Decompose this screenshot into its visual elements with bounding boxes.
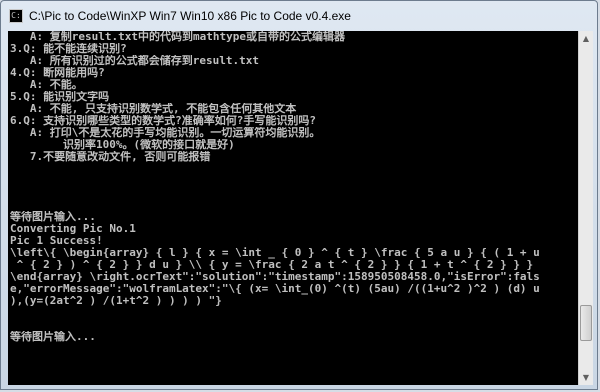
scroll-down-arrow-icon[interactable]: ▼	[579, 370, 593, 385]
console-line: A: 所有识别过的公式都会储存到result.txt	[10, 55, 259, 67]
console-line: 7.不要随意改动文件, 否则可能报错	[10, 151, 211, 163]
scrollbar-thumb[interactable]	[580, 305, 592, 342]
console-line: \end{array} \right.ocrText":"solution":"…	[10, 271, 540, 283]
scroll-up-arrow-icon[interactable]: ▲	[579, 31, 593, 46]
console-line: 5.Q: 能识别文字吗	[10, 91, 110, 103]
console-line: A: 不能。	[10, 79, 83, 91]
console-output[interactable]: A: 复制result.txt中的代码到mathtype或自带的公式编辑器 3.Q…	[8, 31, 578, 385]
console-line: Converting Pic No.1	[10, 223, 136, 235]
vertical-scrollbar[interactable]: ▲ ▼	[578, 31, 593, 385]
window-title: C:\Pic to Code\WinXP Win7 Win10 x86 Pic …	[29, 9, 351, 23]
console-line: e,"errorMessage":"wolframLatex":"\{ (x= …	[10, 283, 540, 295]
console-line: 4.Q: 断网能用吗?	[10, 67, 105, 79]
console-line: A: 不能, 只支持识别数学式, 不能包含任何其他文本	[10, 103, 297, 115]
console-text: A: 复制result.txt中的代码到mathtype或自带的公式编辑器 3.Q…	[10, 31, 578, 343]
console-line: 6.Q: 支持识别哪些类型的数学式?准确率如何?手写能识别吗?	[10, 115, 316, 127]
console-line: A: 复制result.txt中的代码到mathtype或自带的公式编辑器	[10, 31, 345, 43]
title-bar[interactable]: C: C:\Pic to Code\WinXP Win7 Win10 x86 P…	[1, 1, 597, 31]
console-line: 等待图片输入...	[10, 211, 96, 223]
console-line: \left\{ \begin{array} { l } { x = \int _…	[10, 247, 540, 259]
console-line: 等待图片输入...	[10, 331, 96, 343]
console-line: A: 打印\不是太花的手写均能识别。一切运算符均能识别。	[10, 127, 321, 139]
console-app-icon[interactable]: C:	[9, 9, 23, 23]
console-line: Pic 1 Success!	[10, 235, 103, 247]
console-line: 3.Q: 能不能连续识别?	[10, 43, 127, 55]
console-window: C: C:\Pic to Code\WinXP Win7 Win10 x86 P…	[0, 0, 598, 390]
console-line: ^ { 2 } ) ^ { 2 } } d u } \\ { y = \frac…	[10, 259, 534, 271]
console-line: ),(y=(2at^2 ) /(1+t^2 ) ) ) ) "}	[10, 295, 222, 307]
console-line: 识别率100%。(微软的接口就是好)	[10, 139, 235, 151]
